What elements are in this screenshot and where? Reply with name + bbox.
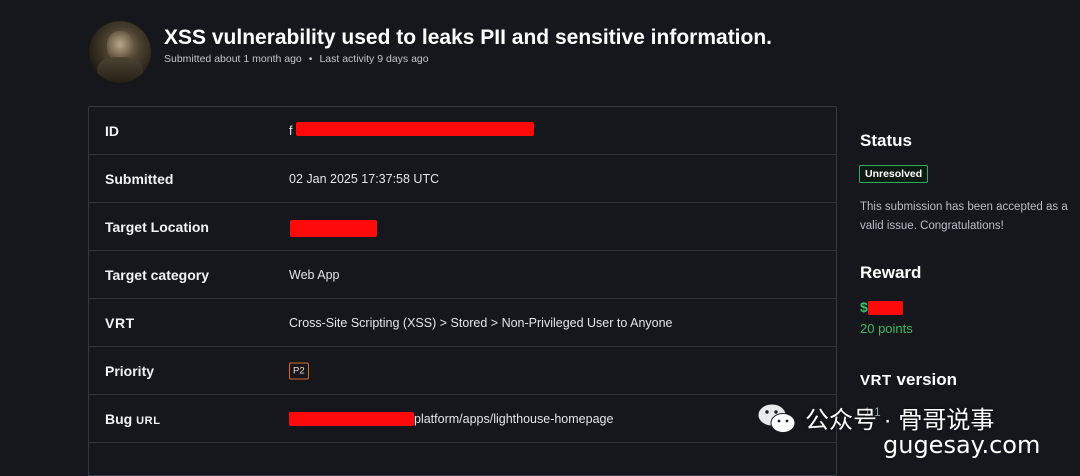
detail-row-vrt: VRT Cross-Site Scripting (XSS) > Stored … (89, 299, 836, 347)
status-badge: Unresolved (859, 165, 929, 183)
reward-heading: Reward (860, 263, 922, 282)
detail-label-id: ID (105, 122, 119, 139)
detail-row-bug-url: Bug URL platform/apps/lighthouse-homepag… (89, 395, 836, 443)
submitted-time: Submitted about 1 month ago (164, 53, 302, 65)
bug-url-label-word: Bug (105, 410, 133, 427)
avatar-body (97, 57, 143, 83)
detail-label-submitted: Submitted (105, 170, 174, 187)
detail-value-vrt[interactable]: Cross-Site Scripting (XSS) > Stored > No… (289, 316, 673, 330)
bug-url-suffix: platform/apps/lighthouse-homepage (414, 411, 614, 426)
status-description: This submission has been accepted as a v… (860, 201, 1068, 232)
watermark-text: 公众号 · 骨哥说事 (805, 407, 995, 434)
status-heading: Status (860, 131, 912, 150)
watermark-site: gugesay.com (883, 431, 1041, 459)
meta-separator: • (308, 53, 313, 65)
watermark: 公众号 · 骨哥说事 gugesay.com (757, 398, 1057, 459)
redaction-bar-id (296, 122, 534, 136)
detail-value-bug-url[interactable]: platform/apps/lighthouse-homepage (414, 412, 613, 426)
detail-value-submitted: 02 Jan 2025 17:37:58 UTC (289, 171, 440, 186)
redaction-bar-target-location (290, 220, 377, 237)
report-meta: Submitted about 1 month ago • Last activit… (164, 53, 429, 65)
detail-row-priority: Priority P2 (89, 347, 836, 395)
detail-row-target-location: Target Location (89, 203, 836, 251)
detail-label-target-category: Target category (105, 266, 209, 283)
reporter-avatar[interactable] (89, 21, 151, 83)
detail-label-bug-url: Bug URL (105, 411, 161, 427)
detail-row-target-category: Target category Web App (89, 251, 836, 299)
vrt-version-heading-acronym: VRT (860, 372, 892, 389)
detail-label-vrt: VRT (105, 314, 135, 331)
report-title: XSS vulnerability used to leaks PII and … (164, 26, 773, 49)
priority-badge: P2 (289, 362, 309, 379)
detail-value-id: f (289, 123, 293, 138)
bug-url-label-acronym: URL (136, 414, 161, 427)
details-table: ID f Submitted 02 Jan 2025 17:37:58 UTC … (88, 106, 837, 476)
detail-row-submitted: Submitted 02 Jan 2025 17:37:58 UTC (89, 155, 836, 203)
detail-label-target-location: Target Location (105, 218, 209, 235)
detail-label-priority: Priority (105, 362, 155, 379)
last-activity-time: Last activity 9 days ago (319, 53, 429, 65)
reward-points: 20 points (860, 321, 913, 336)
reward-currency: $ (860, 299, 868, 315)
redaction-bar-bug-url (289, 412, 414, 426)
vrt-version-heading-word: version (896, 370, 958, 389)
detail-value-target-category: Web App (289, 267, 340, 282)
priority-badge-wrap: P2 (289, 362, 309, 379)
vrt-version-heading: VRT version (860, 370, 957, 390)
detail-row-id: ID f (89, 107, 836, 155)
wechat-icon (757, 403, 796, 433)
redaction-bar-reward (868, 301, 903, 315)
